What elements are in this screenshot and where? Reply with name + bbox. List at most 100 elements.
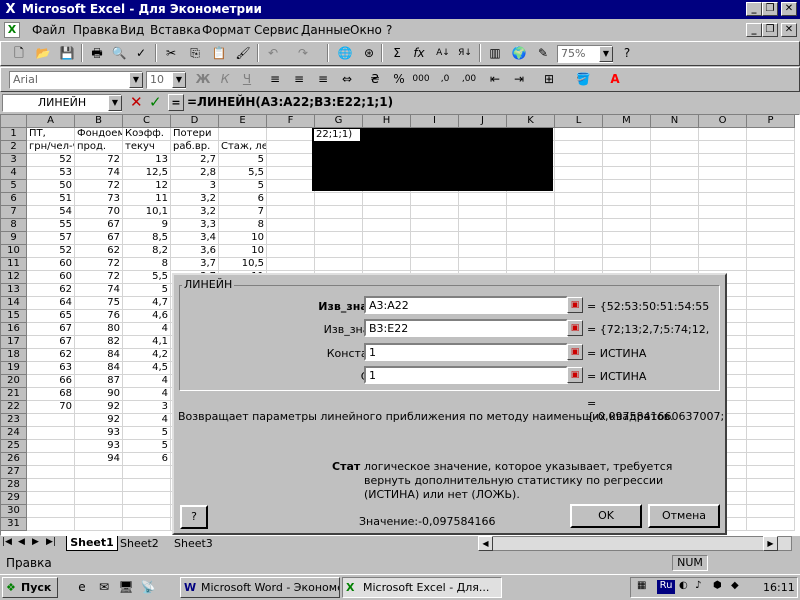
cell[interactable]: 5,5: [123, 271, 171, 284]
cell[interactable]: ПТ,: [27, 128, 75, 141]
cell[interactable]: [699, 206, 747, 219]
cell[interactable]: [699, 180, 747, 193]
row-header[interactable]: 27: [1, 466, 27, 479]
column-header[interactable]: M: [603, 115, 651, 128]
tab-nav-last-icon[interactable]: ▶|: [46, 537, 56, 547]
column-header[interactable]: K: [507, 115, 555, 128]
cell[interactable]: 60: [27, 258, 75, 271]
cell[interactable]: [603, 141, 651, 154]
cell[interactable]: 5: [219, 180, 267, 193]
tab-nav-prev-icon[interactable]: ◀: [18, 537, 25, 547]
cell[interactable]: [507, 245, 555, 258]
task-word[interactable]: W Microsoft Word - Экономе...: [180, 577, 340, 598]
cell[interactable]: [123, 479, 171, 492]
cell[interactable]: [555, 219, 603, 232]
cell[interactable]: [267, 193, 315, 206]
cell[interactable]: 4: [123, 414, 171, 427]
cell[interactable]: 76: [75, 310, 123, 323]
menu-window[interactable]: Окно: [350, 23, 382, 37]
open-icon[interactable]: 📂: [33, 44, 53, 62]
cell[interactable]: 3,6: [171, 245, 219, 258]
cell[interactable]: раб.вр.: [171, 141, 219, 154]
row-header[interactable]: 25: [1, 440, 27, 453]
decrease-decimal-icon[interactable]: ,00: [459, 70, 479, 88]
cell[interactable]: [267, 232, 315, 245]
cell[interactable]: 64: [27, 297, 75, 310]
cell[interactable]: [603, 245, 651, 258]
bold-icon[interactable]: Ж: [193, 70, 213, 88]
cell[interactable]: 55: [27, 219, 75, 232]
cell[interactable]: 8,5: [123, 232, 171, 245]
autosum-icon[interactable]: Σ: [387, 44, 407, 62]
row-header[interactable]: 14: [1, 297, 27, 310]
cell[interactable]: 10,5: [219, 258, 267, 271]
minimize-button[interactable]: _: [746, 2, 762, 16]
row-header[interactable]: 9: [1, 232, 27, 245]
cell[interactable]: [747, 284, 795, 297]
cell[interactable]: 12,5: [123, 167, 171, 180]
cell[interactable]: [603, 154, 651, 167]
cell[interactable]: [603, 206, 651, 219]
cell[interactable]: [555, 167, 603, 180]
cell[interactable]: 90: [75, 388, 123, 401]
cell[interactable]: 50: [27, 180, 75, 193]
cell[interactable]: [555, 141, 603, 154]
cell[interactable]: [747, 453, 795, 466]
cell[interactable]: [123, 505, 171, 518]
cell[interactable]: Стаж, лет: [219, 141, 267, 154]
tab-nav-first-icon[interactable]: |◀: [2, 537, 12, 547]
column-header[interactable]: J: [459, 115, 507, 128]
row-header[interactable]: 23: [1, 414, 27, 427]
cell[interactable]: [315, 193, 363, 206]
cell[interactable]: 3: [123, 401, 171, 414]
cell[interactable]: [747, 128, 795, 141]
row-header[interactable]: 5: [1, 180, 27, 193]
cell[interactable]: 93: [75, 427, 123, 440]
cell[interactable]: 52: [27, 245, 75, 258]
cell[interactable]: 11: [123, 193, 171, 206]
chart-wizard-icon[interactable]: ▥: [485, 44, 505, 62]
column-header[interactable]: P: [747, 115, 795, 128]
doc-close-button[interactable]: ✕: [781, 23, 797, 37]
cell[interactable]: 10: [219, 245, 267, 258]
undo-icon[interactable]: ↶: [263, 44, 283, 62]
cell[interactable]: [555, 154, 603, 167]
cell[interactable]: Фондоем: [75, 128, 123, 141]
cell[interactable]: [123, 466, 171, 479]
cell[interactable]: [123, 492, 171, 505]
cell[interactable]: [651, 245, 699, 258]
cell[interactable]: [747, 271, 795, 284]
row-header[interactable]: 28: [1, 479, 27, 492]
font-combo[interactable]: Arial: [9, 71, 143, 89]
cell[interactable]: текуч: [123, 141, 171, 154]
tab-nav-next-icon[interactable]: ▶: [32, 537, 39, 547]
cell[interactable]: [267, 219, 315, 232]
menu-help[interactable]: ?: [386, 23, 392, 37]
cell[interactable]: 8: [123, 258, 171, 271]
row-header[interactable]: 8: [1, 219, 27, 232]
cell[interactable]: [411, 258, 459, 271]
cell[interactable]: [315, 219, 363, 232]
cell[interactable]: [411, 219, 459, 232]
align-left-icon[interactable]: ≡: [265, 70, 285, 88]
row-header[interactable]: 7: [1, 206, 27, 219]
cell[interactable]: 94: [75, 453, 123, 466]
scroll-right-icon[interactable]: ▶: [763, 536, 778, 551]
cell[interactable]: [747, 141, 795, 154]
cell[interactable]: Коэфф.: [123, 128, 171, 141]
column-header[interactable]: G: [315, 115, 363, 128]
collapse-dialog-icon[interactable]: ▣: [567, 367, 583, 383]
cell[interactable]: прод.: [75, 141, 123, 154]
cell[interactable]: 62: [27, 284, 75, 297]
collapse-dialog-icon[interactable]: ▣: [567, 297, 583, 313]
cell[interactable]: [747, 258, 795, 271]
cell[interactable]: грн/чел-ч: [27, 141, 75, 154]
row-header[interactable]: 20: [1, 375, 27, 388]
cell[interactable]: [699, 232, 747, 245]
collapse-dialog-icon[interactable]: ▣: [567, 320, 583, 336]
cell[interactable]: [651, 206, 699, 219]
task-excel[interactable]: X Microsoft Excel - Для...: [342, 577, 502, 598]
cell[interactable]: [75, 466, 123, 479]
cell[interactable]: 6: [123, 453, 171, 466]
cell[interactable]: [699, 219, 747, 232]
